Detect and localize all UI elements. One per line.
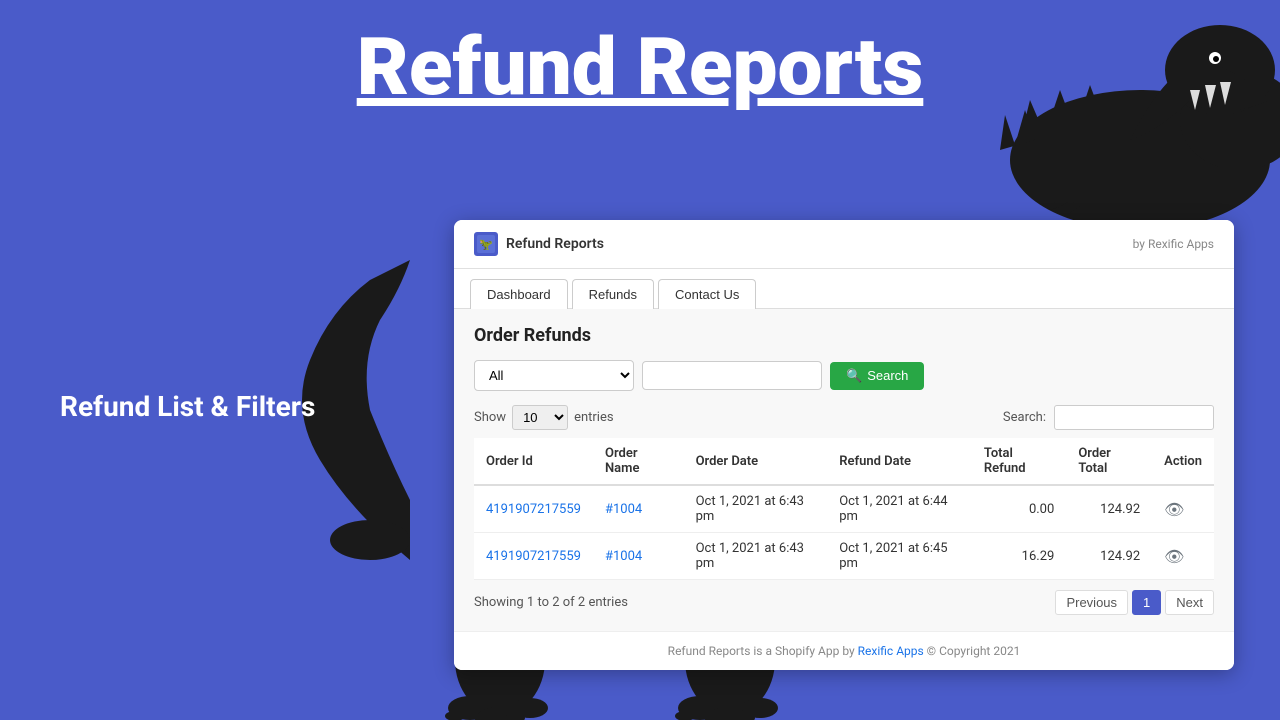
col-action: Action <box>1152 438 1214 485</box>
cell-order-date: Oct 1, 2021 at 6:43 pm <box>684 533 828 580</box>
search-button[interactable]: 🔍 Search <box>830 362 924 390</box>
order-name-link[interactable]: #1004 <box>605 502 642 517</box>
pagination: Previous 1 Next <box>1055 590 1214 615</box>
table-header-row: Order Id Order Name Order Date Refund Da… <box>474 438 1214 485</box>
showing-entries-text: Showing 1 to 2 of 2 entries <box>474 595 628 610</box>
nav-tabs: Dashboard Refunds Contact Us <box>454 269 1234 309</box>
app-logo-icon: 🦖 <box>474 232 498 256</box>
cell-total-refund: 0.00 <box>972 485 1066 533</box>
order-name-link[interactable]: #1004 <box>605 549 642 564</box>
cell-order-name: #1004 <box>593 533 684 580</box>
cell-order-id: 4191907217559 <box>474 485 593 533</box>
tab-contact-us[interactable]: Contact Us <box>658 279 756 309</box>
view-action-icon[interactable]: 👁 <box>1164 547 1184 566</box>
table-search-input[interactable] <box>1054 405 1214 430</box>
filter-search-input[interactable] <box>642 361 822 390</box>
order-id-link[interactable]: 4191907217559 <box>486 502 581 517</box>
filter-row: All Refunded Partial Refund 🔍 Search <box>474 360 1214 391</box>
order-id-link[interactable]: 4191907217559 <box>486 549 581 564</box>
search-button-label: Search <box>867 368 908 383</box>
table-row: 4191907217559 #1004 Oct 1, 2021 at 6:43 … <box>474 485 1214 533</box>
cell-refund-date: Oct 1, 2021 at 6:44 pm <box>827 485 972 533</box>
show-label: Show <box>474 410 506 425</box>
col-refund-date: Refund Date <box>827 438 972 485</box>
app-header-title: Refund Reports <box>506 236 604 252</box>
cell-action: 👁 <box>1152 533 1214 580</box>
entries-count-select[interactable]: 10 25 50 100 <box>512 405 568 430</box>
cell-action: 👁 <box>1152 485 1214 533</box>
cell-refund-date: Oct 1, 2021 at 6:45 pm <box>827 533 972 580</box>
footer-copy: © Copyright 2021 <box>924 644 1021 658</box>
tab-dashboard[interactable]: Dashboard <box>470 279 568 309</box>
cell-order-date: Oct 1, 2021 at 6:43 pm <box>684 485 828 533</box>
filter-dropdown[interactable]: All Refunded Partial Refund <box>474 360 634 391</box>
tab-refunds[interactable]: Refunds <box>572 279 654 309</box>
entries-label: entries <box>574 410 614 425</box>
sidebar-label: Refund List & Filters <box>60 390 360 423</box>
dino-top-right-icon <box>860 0 1280 230</box>
col-order-id: Order Id <box>474 438 593 485</box>
col-order-total: Order Total <box>1066 438 1152 485</box>
table-footer: Showing 1 to 2 of 2 entries Previous 1 N… <box>474 590 1214 615</box>
next-button[interactable]: Next <box>1165 590 1214 615</box>
search-label: Search: <box>1003 410 1046 425</box>
table-row: 4191907217559 #1004 Oct 1, 2021 at 6:43 … <box>474 533 1214 580</box>
cell-order-total: 124.92 <box>1066 485 1152 533</box>
app-panel: 🦖 Refund Reports by Rexific Apps Dashboa… <box>454 220 1234 670</box>
app-header-left: 🦖 Refund Reports <box>474 232 604 256</box>
section-title: Order Refunds <box>474 325 1214 346</box>
cell-order-total: 124.92 <box>1066 533 1152 580</box>
prev-button[interactable]: Previous <box>1055 590 1128 615</box>
search-right: Search: <box>1003 405 1214 430</box>
cell-order-id: 4191907217559 <box>474 533 593 580</box>
col-order-date: Order Date <box>684 438 828 485</box>
cell-total-refund: 16.29 <box>972 533 1066 580</box>
col-total-refund: Total Refund <box>972 438 1066 485</box>
data-table: Order Id Order Name Order Date Refund Da… <box>474 438 1214 580</box>
content-area: Order Refunds All Refunded Partial Refun… <box>454 309 1234 631</box>
app-footer: Refund Reports is a Shopify App by Rexif… <box>454 631 1234 670</box>
app-brand: by Rexific Apps <box>1133 237 1214 251</box>
cell-order-name: #1004 <box>593 485 684 533</box>
show-row: Show 10 25 50 100 entries Search: <box>474 405 1214 430</box>
col-order-name: Order Name <box>593 438 684 485</box>
footer-link[interactable]: Rexific Apps <box>858 644 924 658</box>
svg-text:🦖: 🦖 <box>479 238 493 251</box>
search-icon: 🔍 <box>846 368 862 384</box>
app-header: 🦖 Refund Reports by Rexific Apps <box>454 220 1234 269</box>
footer-text: Refund Reports is a Shopify App by <box>668 644 858 658</box>
page-1-button[interactable]: 1 <box>1132 590 1161 615</box>
show-entries-left: Show 10 25 50 100 entries <box>474 405 614 430</box>
view-action-icon[interactable]: 👁 <box>1164 500 1184 519</box>
